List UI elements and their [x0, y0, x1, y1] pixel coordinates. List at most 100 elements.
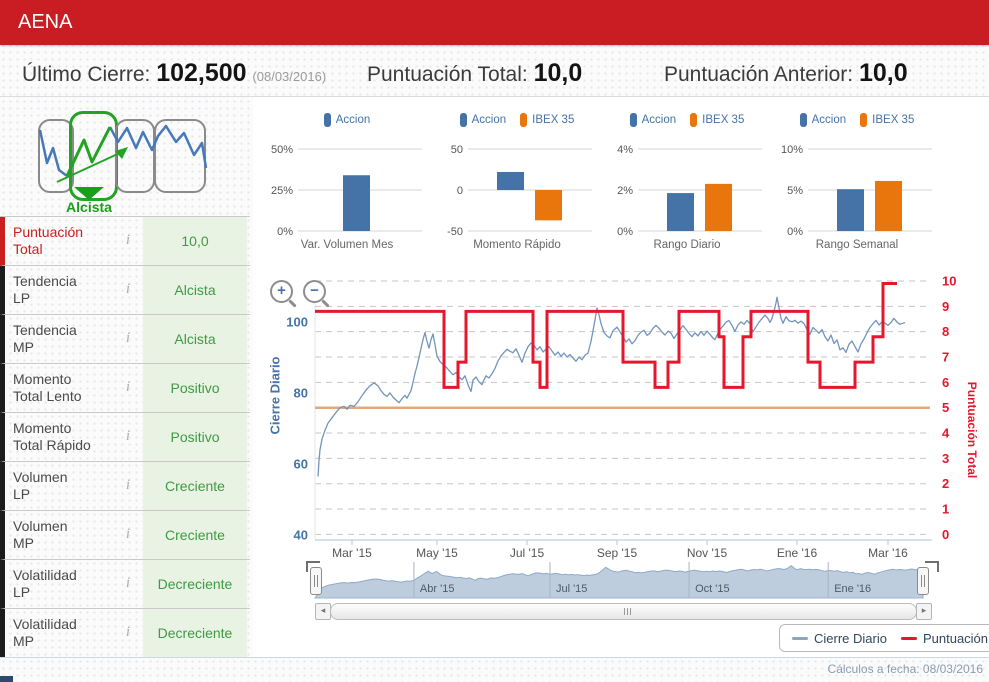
legend-item[interactable]: IBEX 35 — [690, 113, 744, 127]
legend-label: IBEX 35 — [872, 114, 915, 126]
indicator-label: Volumen MP — [13, 517, 68, 552]
page: AENA Último Cierre: 102,500 (08/03/2016)… — [0, 0, 989, 682]
legend-label: IBEX 35 — [702, 114, 745, 126]
legend-label: Cierre Diario — [814, 630, 887, 646]
legend-item[interactable]: Cierre Diario — [792, 631, 887, 646]
table-row: Volumen LP i Creciente — [0, 462, 250, 511]
indicator-value: Creciente — [143, 511, 247, 559]
legend-marker-icon — [799, 113, 807, 127]
mini-chart: Accion IBEX 35 10% 5% 0% Rango Semanal — [772, 103, 942, 261]
mini-chart: Accion IBEX 35 50 0 -50 Momento Rápido — [432, 103, 602, 261]
chart-legend: Cierre Diario Puntuación — [779, 624, 989, 652]
info-icon[interactable]: i — [120, 575, 136, 592]
svg-text:50: 50 — [451, 144, 463, 156]
legend-item[interactable]: Accion — [629, 113, 677, 127]
svg-text:Nov '15: Nov '15 — [687, 546, 728, 560]
indicator-label: Volatilidad MP — [13, 615, 77, 650]
mini-chart: Accion IBEX 35 4% 2% 0% Rango Diario — [602, 103, 772, 261]
scroll-right-icon[interactable]: ▸ — [916, 603, 932, 620]
mini-chart-title: Rango Semanal — [815, 239, 899, 251]
main-chart: + − Mar '15 May '15 Jul '15 Sep '15 Nov '15 E… — [260, 268, 989, 561]
info-icon[interactable]: i — [120, 526, 136, 543]
legend-label: Accion — [335, 114, 371, 126]
legend-label: Accion — [811, 114, 847, 126]
legend-item[interactable]: Puntuación — [900, 631, 988, 646]
mini-chart-legend: Accion IBEX 35 — [602, 113, 772, 127]
indicator-label: Momento Total Rápido — [13, 419, 91, 454]
indicator-value: Creciente — [143, 462, 247, 510]
legend-item[interactable]: IBEX 35 — [520, 113, 574, 127]
info-icon[interactable]: i — [120, 232, 136, 249]
mini-chart-plot: 10% 5% 0% — [781, 144, 932, 238]
legend-marker-icon — [900, 636, 917, 640]
scrollbar-grip-icon[interactable] — [623, 608, 631, 615]
svg-text:2%: 2% — [617, 185, 633, 197]
mini-chart-plot: 50% 25% 0% — [271, 144, 422, 238]
svg-text:10%: 10% — [781, 144, 803, 156]
score-prev-value: 10,0 — [858, 59, 908, 87]
svg-text:4%: 4% — [617, 144, 633, 156]
table-row: Momento Total Lento i Positivo — [0, 364, 250, 413]
left-axis-title: Cierre Diario — [267, 356, 283, 435]
table-row: Tendencia MP i Alcista — [0, 315, 250, 364]
navigator-right-handle-icon[interactable] — [917, 567, 929, 595]
mini-chart-legend: Accion IBEX 35 — [772, 113, 942, 127]
svg-text:50%: 50% — [271, 144, 293, 156]
score-total-label: Puntuación Total: — [367, 63, 528, 86]
zoom-out-icon[interactable]: − — [303, 280, 326, 303]
svg-text:0: 0 — [457, 185, 463, 197]
indicator-label: Momento Total Lento — [13, 370, 82, 405]
svg-text:Jul '15: Jul '15 — [510, 546, 545, 560]
indicator-value: 10,0 — [143, 217, 247, 265]
svg-text:100: 100 — [286, 314, 308, 329]
indicator-label: Tendencia LP — [13, 272, 77, 307]
info-icon[interactable]: i — [120, 281, 136, 298]
footer-separator — [0, 657, 989, 658]
mini-chart-plot: 4% 2% 0% — [617, 144, 762, 238]
legend-item[interactable]: Accion — [459, 113, 506, 127]
svg-text:0%: 0% — [787, 226, 803, 238]
range-navigator: Abr '15 Jul '15 Oct '15 Ene '16 — [260, 560, 989, 602]
mini-chart-title: Rango Diario — [653, 239, 721, 251]
legend-marker-icon — [629, 113, 637, 127]
app-title: AENA — [18, 11, 73, 33]
info-icon[interactable]: i — [120, 428, 136, 445]
legend-label: Accion — [641, 114, 677, 126]
chart-scrollbar: ◂ ▸ — [260, 603, 989, 620]
info-icon[interactable]: i — [120, 624, 136, 641]
svg-text:25%: 25% — [271, 185, 293, 197]
svg-text:May '15: May '15 — [416, 546, 458, 560]
legend-item[interactable]: IBEX 35 — [860, 113, 914, 127]
legend-marker-icon — [459, 113, 467, 127]
title-bar: AENA — [0, 0, 989, 45]
info-icon[interactable]: i — [120, 477, 136, 494]
table-row: Tendencia LP i Alcista — [0, 266, 250, 315]
zoom-in-icon[interactable]: + — [270, 280, 293, 303]
info-icon[interactable]: i — [120, 330, 136, 347]
last-close-label: Último Cierre: — [22, 63, 151, 86]
scroll-left-icon[interactable]: ◂ — [315, 603, 331, 620]
svg-text:-50: -50 — [447, 226, 463, 238]
mini-charts-row: Accion 50% 25% 0% Var. Volumen Mes Accion IBEX… — [260, 103, 989, 263]
mini-chart-title: Momento Rápido — [473, 239, 561, 251]
svg-text:Mar '16: Mar '16 — [868, 546, 908, 560]
indicator-label: Puntuación Total — [13, 223, 84, 258]
navigator-area-plot: Abr '15 Jul '15 Oct '15 Ene '16 — [314, 562, 924, 599]
info-icon[interactable]: i — [120, 379, 136, 396]
indicator-value: Alcista — [143, 266, 247, 314]
navigator-left-handle-icon[interactable] — [310, 567, 322, 595]
svg-text:2: 2 — [942, 476, 949, 491]
legend-item[interactable]: Accion — [323, 113, 371, 127]
svg-text:Ene '16: Ene '16 — [834, 583, 871, 595]
price-score-plot: Mar '15 May '15 Jul '15 Sep '15 Nov '15 Ene '… — [286, 274, 956, 561]
legend-item[interactable]: Accion — [799, 113, 847, 127]
svg-text:5%: 5% — [787, 185, 803, 197]
mini-chart-legend: Accion IBEX 35 — [432, 113, 602, 127]
scrollbar-track[interactable] — [330, 603, 917, 620]
legend-marker-icon — [520, 113, 528, 127]
svg-text:Jul '15: Jul '15 — [556, 583, 587, 595]
svg-text:10: 10 — [942, 274, 956, 289]
score-total-value: 10,0 — [533, 59, 583, 87]
footer-date: Cálculos a fecha: 08/03/2016 — [827, 662, 983, 676]
indicator-value: Positivo — [143, 413, 247, 461]
